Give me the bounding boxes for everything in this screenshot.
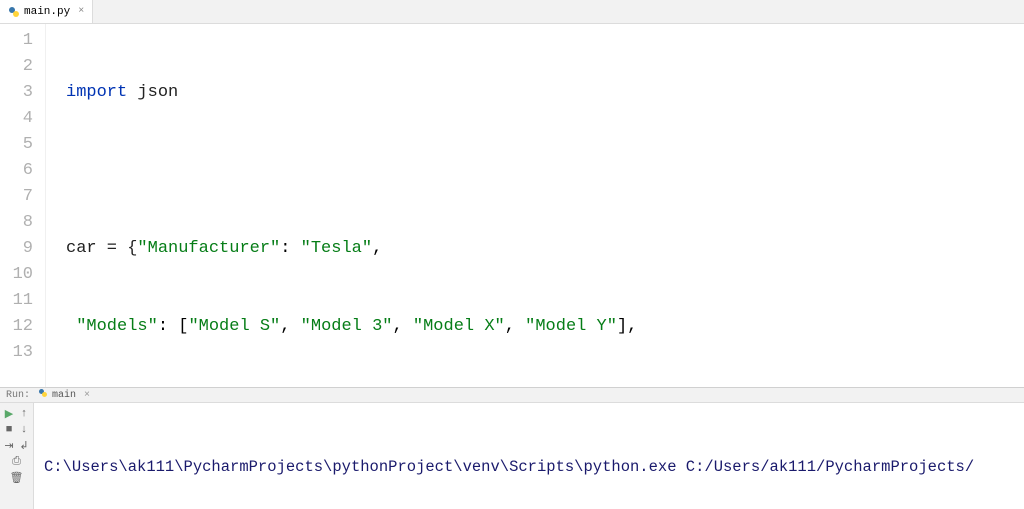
code-body: 1 2 3 4 5 6 7 8 9 10 11 12 13 import jso…: [0, 24, 1024, 387]
line-number: 9: [0, 236, 33, 262]
file-tab[interactable]: main.py ×: [0, 0, 93, 23]
gutter: 1 2 3 4 5 6 7 8 9 10 11 12 13: [0, 24, 46, 387]
close-icon[interactable]: ×: [80, 390, 90, 401]
python-run-icon: [38, 388, 48, 402]
run-label: Run:: [6, 390, 30, 401]
line-number: 4: [0, 106, 33, 132]
code-editor[interactable]: import json car = {"Manufacturer": "Tesl…: [46, 24, 1024, 387]
tab-bar: main.py ×: [0, 0, 1024, 24]
line-number: 7: [0, 184, 33, 210]
run-toolbar: ▶ ↑ ■ ↓ ⇥ ↲ ⎙ 🗑: [0, 403, 34, 509]
line-number: 11: [0, 288, 33, 314]
line-number: 13: [0, 340, 33, 366]
line-number: 5: [0, 132, 33, 158]
line-number: 1: [0, 28, 33, 54]
line-number: 12: [0, 314, 33, 340]
up-arrow-icon[interactable]: ↑: [17, 407, 31, 421]
stop-icon[interactable]: ■: [2, 423, 16, 437]
down-arrow-icon[interactable]: ↓: [17, 423, 31, 437]
rerun-icon[interactable]: ▶: [2, 407, 16, 421]
close-icon[interactable]: ×: [74, 6, 84, 17]
python-file-icon: [8, 6, 20, 18]
console-output[interactable]: C:\Users\ak111\PycharmProjects\pythonPro…: [34, 403, 1024, 509]
line-number: 8: [0, 210, 33, 236]
line-number: 6: [0, 158, 33, 184]
line-number: 10: [0, 262, 33, 288]
console-line: C:\Users\ak111\PycharmProjects\pythonPro…: [44, 455, 1024, 479]
run-header: Run: main ×: [0, 388, 1024, 403]
tab-title: main.py: [24, 6, 70, 18]
wrap-icon[interactable]: ↲: [17, 439, 31, 453]
run-panel: Run: main × ▶ ↑ ■ ↓ ⇥ ↲ ⎙ 🗑: [0, 388, 1024, 509]
line-number: 3: [0, 80, 33, 106]
run-tab-label: main: [52, 390, 76, 401]
print-icon[interactable]: ⎙: [10, 455, 24, 469]
run-tab[interactable]: main ×: [38, 388, 90, 402]
trash-icon[interactable]: 🗑: [10, 471, 24, 485]
line-number: 2: [0, 54, 33, 80]
exit-icon[interactable]: ⇥: [2, 439, 16, 453]
editor-area: main.py × 1 2 3 4 5 6 7 8 9 10 11 12 13 …: [0, 0, 1024, 388]
